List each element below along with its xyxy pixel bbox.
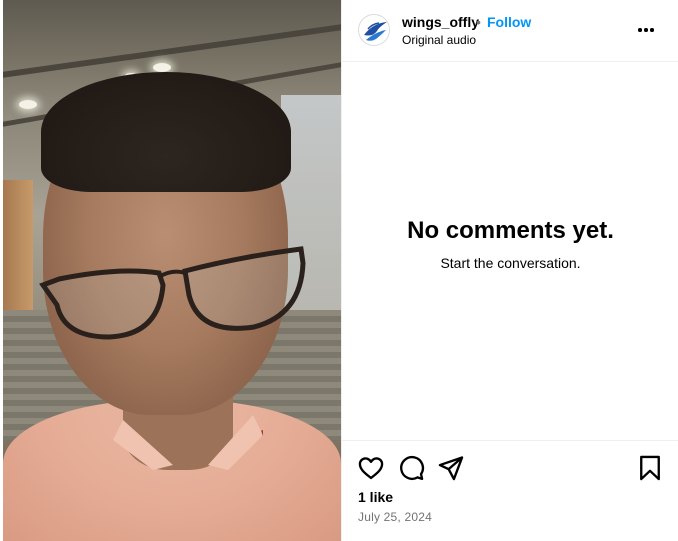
bookmark-icon[interactable] <box>636 454 664 482</box>
post-sidebar: wings_offly • Follow Original audio No c… <box>341 0 678 541</box>
empty-comments-subtitle: Start the conversation. <box>440 255 581 271</box>
empty-comments-title: No comments yet. <box>407 217 614 244</box>
more-options-icon[interactable] <box>636 18 664 42</box>
video-person-collar <box>113 415 263 470</box>
post-header: wings_offly • Follow Original audio <box>342 0 678 62</box>
post-actions: 1 like July 25, 2024 <box>342 440 678 541</box>
post-video[interactable] <box>3 0 341 541</box>
audio-link[interactable]: Original audio <box>402 33 476 47</box>
video-person-glasses <box>39 246 306 340</box>
separator-dot: • <box>476 14 481 30</box>
video-ceiling-light <box>19 100 37 109</box>
comments-area: No comments yet. Start the conversation. <box>342 62 678 440</box>
share-icon[interactable] <box>437 454 465 482</box>
wings-logo-icon <box>360 16 389 45</box>
follow-button[interactable]: Follow <box>487 14 531 30</box>
heart-icon[interactable] <box>357 454 385 482</box>
avatar[interactable] <box>358 14 390 46</box>
video-ceiling-light <box>153 63 171 72</box>
video-background-panel <box>3 180 33 330</box>
video-person-hair <box>41 72 291 192</box>
post-date[interactable]: July 25, 2024 <box>358 510 432 524</box>
likes-count[interactable]: 1 like <box>358 489 393 505</box>
comment-icon[interactable] <box>397 454 425 482</box>
username-link[interactable]: wings_offly <box>402 14 479 30</box>
